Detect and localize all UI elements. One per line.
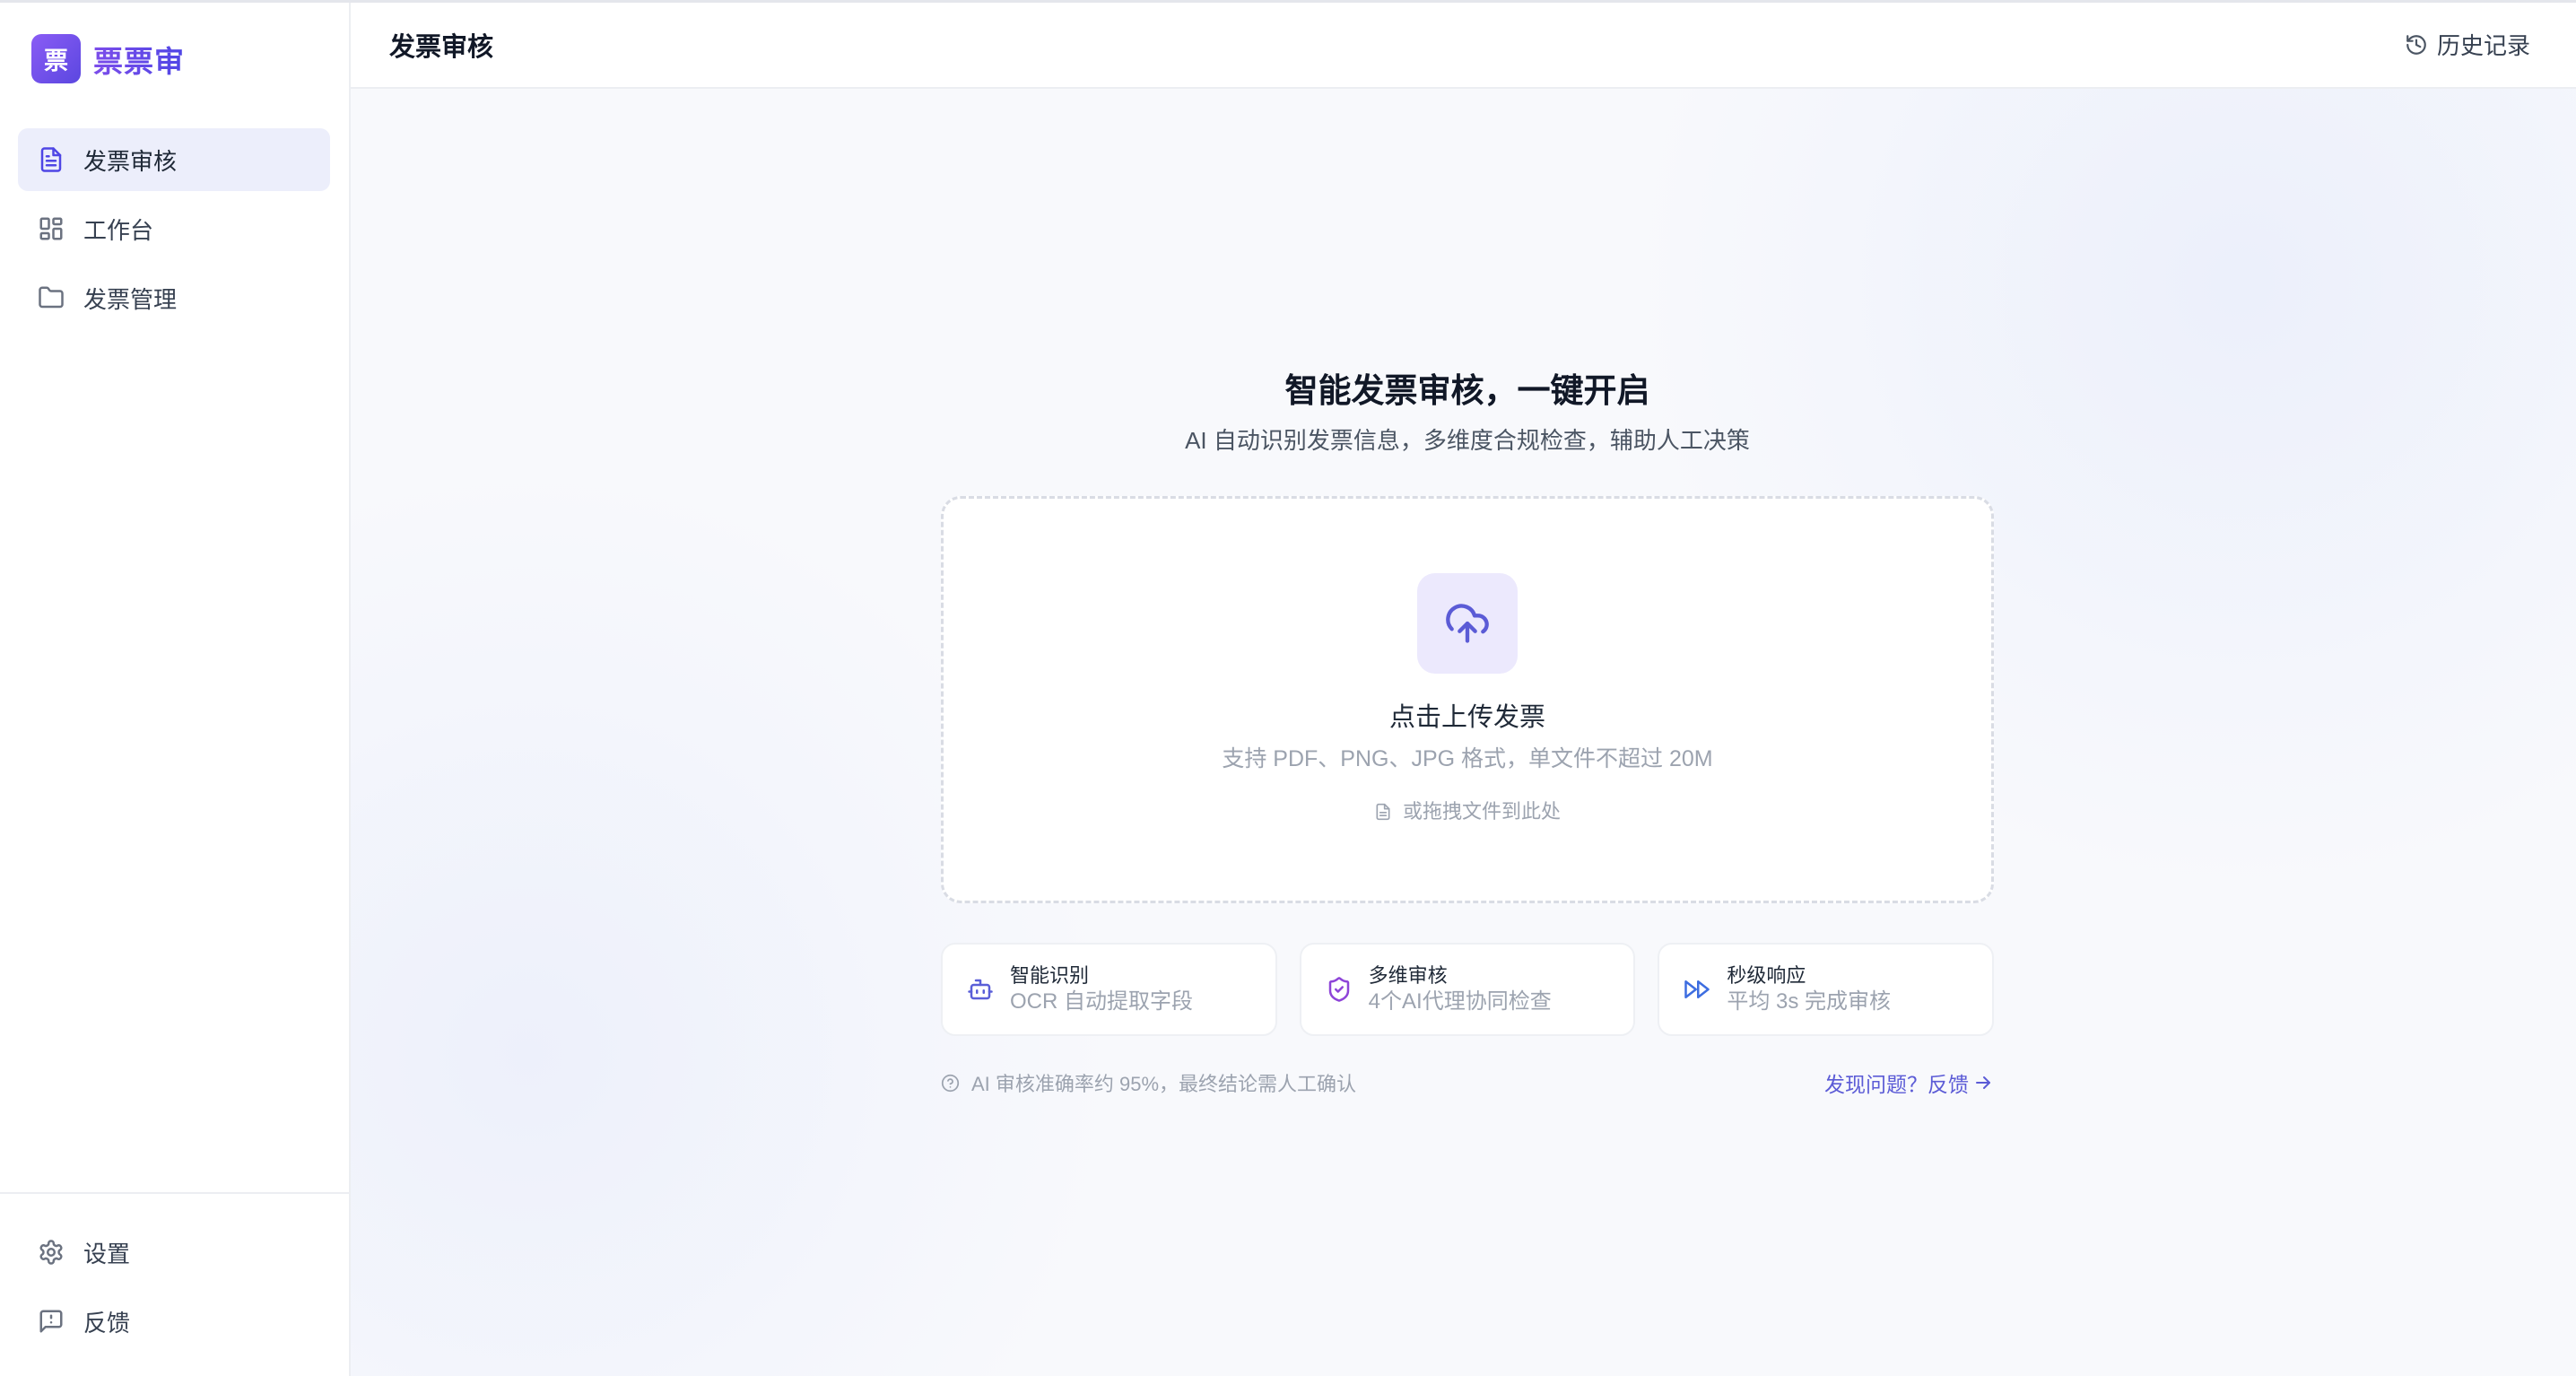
sidebar: 票 票票审 发票审核 工作台 发票管理 设置 反馈 [0,0,351,1376]
report-issue-link[interactable]: 发现问题？反馈 [1824,1067,1994,1098]
drag-hint-text: 或拖拽文件到此处 [1402,800,1561,823]
history-label: 历史记录 [2436,32,2530,59]
feature-text: 多维审核 4个AI代理协同检查 [1369,963,1552,1015]
accuracy-note-text: AI 审核准确率约 95%，最终结论需人工确认 [971,1073,1357,1095]
sidebar-divider [0,1192,349,1194]
upload-format-hint: 支持 PDF、PNG、JPG 格式，单文件不超过 20M [1222,746,1713,771]
grid-icon [38,215,65,242]
feature-desc: 4个AI代理协同检查 [1368,989,1552,1014]
feedback-icon [38,1308,65,1335]
feature-card-fast-response: 秒级响应 平均 3s 完成审核 [1658,943,1995,1036]
sidebar-item-invoice-management[interactable]: 发票管理 [18,266,330,329]
app-name: 票票审 [93,38,185,81]
logo-mark: 票 [31,34,81,83]
sidebar-nav: 发票审核 工作台 发票管理 [18,128,330,335]
robot-icon [967,976,994,1003]
document-icon [38,146,65,173]
feature-text: 秒级响应 平均 3s 完成审核 [1727,963,1891,1015]
feature-list: 智能识别 OCR 自动提取字段 多维审核 4个AI代理协同检查 秒级响应 平均 … [941,943,1995,1036]
feature-text: 智能识别 OCR 自动提取字段 [1010,963,1193,1015]
feature-desc: OCR 自动提取字段 [1010,989,1193,1014]
sidebar-item-workbench[interactable]: 工作台 [18,197,330,260]
feature-title: 智能识别 [1010,964,1090,987]
feature-title: 多维审核 [1368,964,1448,987]
upload-section: 智能发票审核，一键开启 AI 自动识别发票信息，多维度合规检查，辅助人工决策 点… [941,89,1995,1096]
feature-desc: 平均 3s 完成审核 [1727,989,1892,1014]
sidebar-bottom-nav: 设置 反馈 [18,1221,330,1359]
report-issue-label: 发现问题？反馈 [1824,1073,1969,1096]
upload-title: 点击上传发票 [1388,703,1545,732]
top-border [0,0,2576,3]
hero-title: 智能发票审核，一键开启 [1284,372,1650,409]
app-logo[interactable]: 票 票票审 [31,34,185,83]
sidebar-item-label: 反馈 [83,1309,131,1337]
sidebar-item-label: 工作台 [83,216,154,244]
history-icon [2405,33,2428,57]
feature-title: 秒级响应 [1727,964,1806,987]
shield-check-icon [1326,976,1353,1003]
sidebar-item-label: 设置 [83,1240,131,1267]
file-icon [1374,803,1392,821]
cloud-upload-icon [1417,573,1518,674]
feature-card-multi-review: 多维审核 4个AI代理协同检查 [1299,943,1636,1036]
sidebar-item-invoice-review[interactable]: 发票审核 [18,128,330,191]
sidebar-item-label: 发票管理 [83,285,178,313]
hero-subtitle: AI 自动识别发票信息，多维度合规检查，辅助人工决策 [1185,427,1750,454]
sidebar-item-label: 发票审核 [83,147,178,175]
folder-icon [38,284,65,311]
main-content: 智能发票审核，一键开启 AI 自动识别发票信息，多维度合规检查，辅助人工决策 点… [351,89,2576,1376]
accuracy-note: AI 审核准确率约 95%，最终结论需人工确认 [941,1068,1356,1097]
sidebar-item-feedback[interactable]: 反馈 [18,1290,330,1353]
history-button[interactable]: 历史记录 [2405,28,2530,61]
feature-card-recognition: 智能识别 OCR 自动提取字段 [941,943,1277,1036]
drag-hint: 或拖拽文件到此处 [1374,799,1561,824]
page-title: 发票审核 [389,32,494,62]
fast-forward-icon [1684,976,1710,1003]
gear-icon [38,1239,65,1266]
sidebar-item-settings[interactable]: 设置 [18,1221,330,1284]
upload-footer: AI 审核准确率约 95%，最终结论需人工确认 发现问题？反馈 [941,1069,1994,1096]
help-circle-icon [941,1074,960,1093]
page-header: 发票审核 历史记录 [351,0,2576,89]
upload-dropzone[interactable]: 点击上传发票 支持 PDF、PNG、JPG 格式，单文件不超过 20M 或拖拽文… [941,496,1994,903]
arrow-right-icon [1972,1072,1994,1093]
